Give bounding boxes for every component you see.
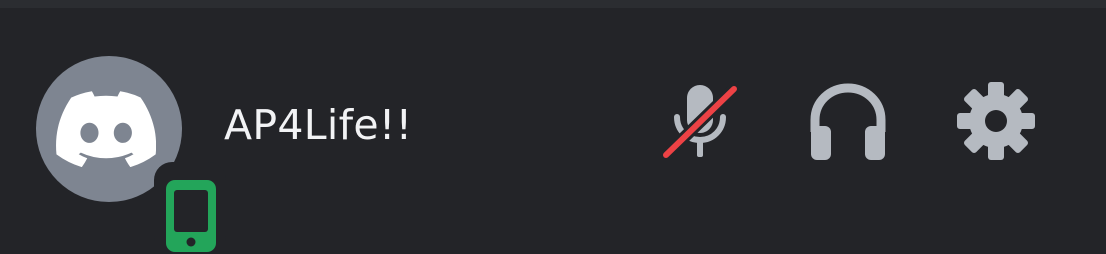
microphone-muted-icon xyxy=(660,81,740,161)
mobile-phone-icon xyxy=(166,180,216,252)
gear-icon xyxy=(957,82,1035,160)
deafen-button[interactable] xyxy=(800,73,896,169)
username[interactable]: AP4Life!! xyxy=(224,95,412,155)
panel-divider xyxy=(0,0,1106,8)
mute-button[interactable] xyxy=(652,73,748,169)
settings-button[interactable] xyxy=(948,73,1044,169)
discord-logo-icon xyxy=(56,91,156,167)
user-panel: AP4Life!! xyxy=(0,0,1106,254)
avatar[interactable] xyxy=(36,56,226,254)
headphones-icon xyxy=(810,83,886,160)
